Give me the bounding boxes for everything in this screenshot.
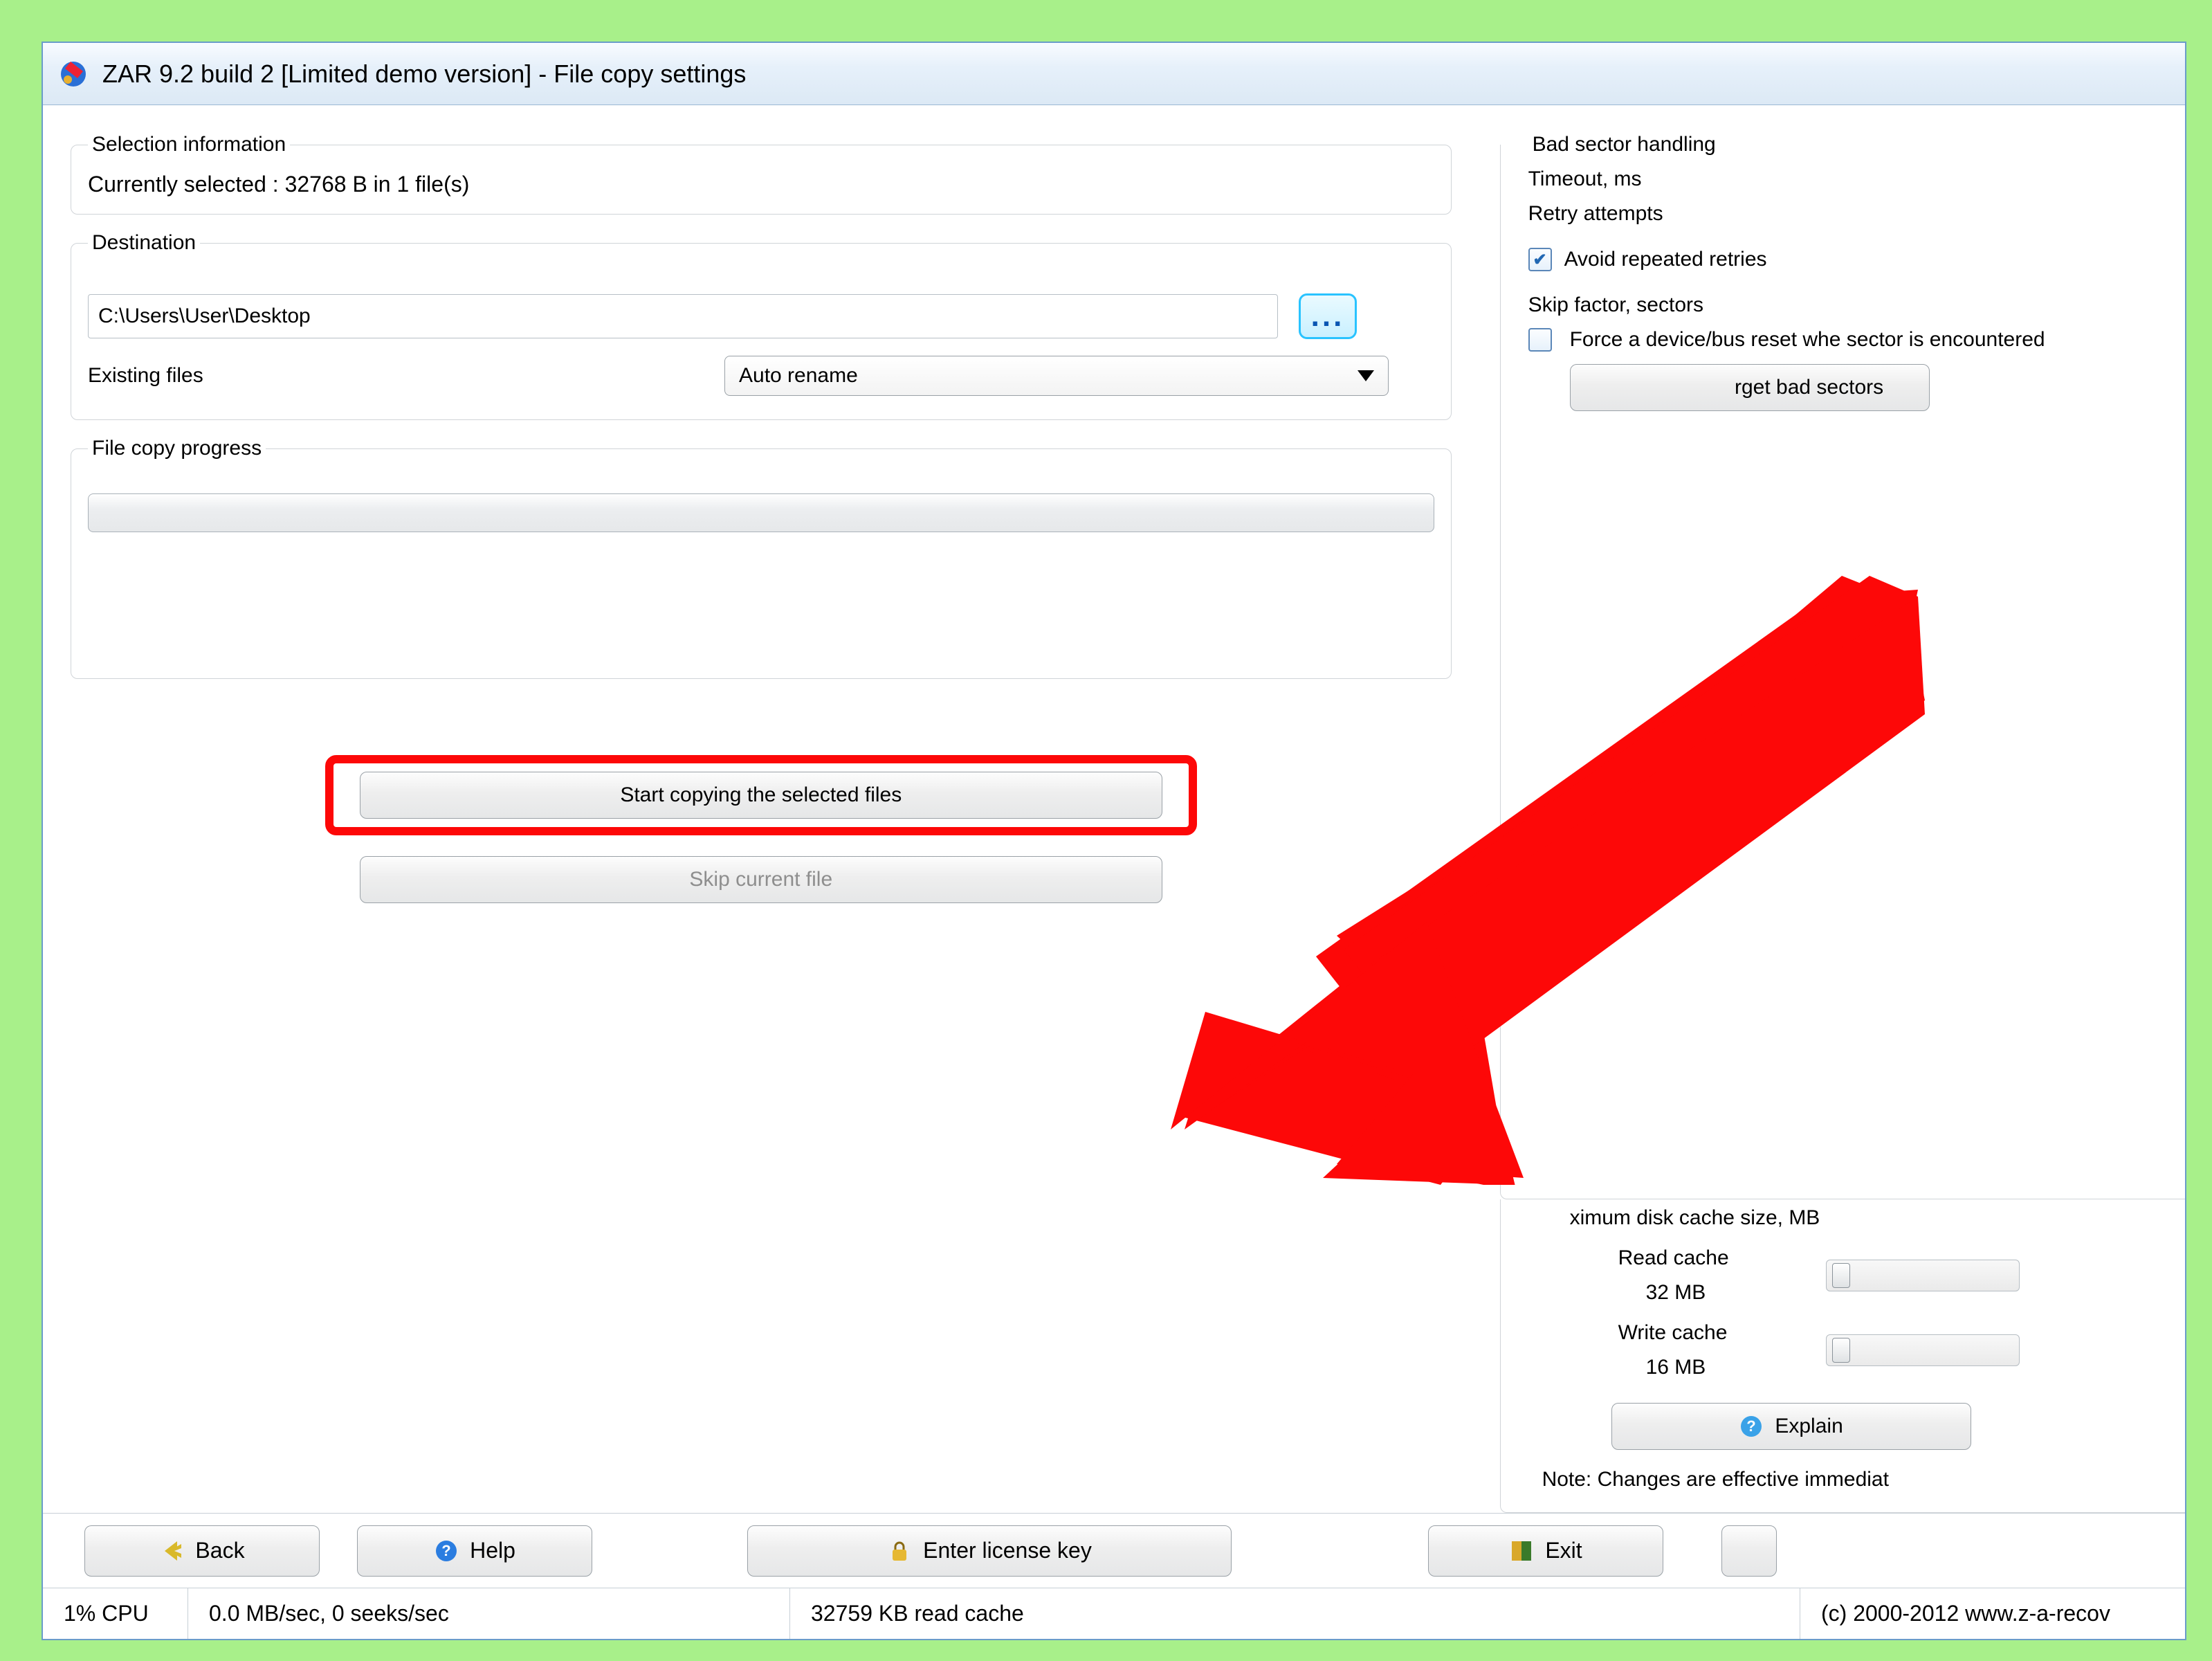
- left-pane: Selection information Currently selected…: [71, 133, 1452, 1513]
- destination-group: Destination C:\Users\User\Desktop ... Ex…: [71, 231, 1452, 420]
- existing-files-label: Existing files: [88, 364, 724, 388]
- progress-group: File copy progress: [71, 437, 1452, 679]
- slider-thumb-icon: [1832, 1338, 1850, 1363]
- read-cache-label: Read cache: [1618, 1246, 1826, 1270]
- exit-icon: [1509, 1539, 1534, 1563]
- existing-files-value: Auto rename: [739, 364, 858, 388]
- bad-sector-group: Bad sector handling Timeout, ms Retry at…: [1500, 133, 2185, 1199]
- avoid-retries-row[interactable]: Avoid repeated retries: [1528, 248, 1767, 271]
- slider-thumb-icon: [1832, 1263, 1850, 1288]
- help-icon: ?: [1739, 1414, 1764, 1439]
- destination-legend: Destination: [88, 231, 200, 255]
- explain-button[interactable]: ? Explain: [1611, 1403, 1971, 1450]
- extra-button[interactable]: [1721, 1525, 1777, 1577]
- settings-note: Note: Changes are effective immediat: [1542, 1468, 2185, 1491]
- retry-label: Retry attempts: [1528, 202, 2185, 226]
- progress-legend: File copy progress: [88, 437, 266, 460]
- force-reset-label: Force a device/bus reset whe sector is e…: [1570, 328, 2045, 352]
- existing-files-dropdown[interactable]: Auto rename: [724, 356, 1389, 396]
- svg-text:?: ?: [441, 1542, 450, 1559]
- enter-license-button[interactable]: Enter license key: [747, 1525, 1232, 1577]
- window-title: ZAR 9.2 build 2 [Limited demo version] -…: [102, 60, 746, 89]
- avoid-retries-checkbox[interactable]: [1528, 248, 1552, 271]
- help-icon: ?: [434, 1539, 459, 1563]
- back-label: Back: [195, 1538, 244, 1563]
- explain-label: Explain: [1775, 1415, 1843, 1438]
- force-reset-checkbox[interactable]: [1528, 328, 1552, 352]
- status-cpu: 1% CPU: [43, 1588, 188, 1639]
- chevron-down-icon: [1358, 370, 1374, 381]
- lock-icon: [887, 1539, 912, 1563]
- back-icon: [159, 1539, 184, 1563]
- help-label: Help: [470, 1538, 515, 1563]
- back-button[interactable]: Back: [84, 1525, 320, 1577]
- license-label: Enter license key: [923, 1538, 1092, 1563]
- status-bar: 1% CPU 0.0 MB/sec, 0 seeks/sec 32759 KB …: [43, 1588, 2185, 1639]
- help-button[interactable]: ? Help: [357, 1525, 592, 1577]
- read-cache-value: 32 MB: [1646, 1281, 1826, 1305]
- destination-path-input[interactable]: C:\Users\User\Desktop: [88, 294, 1278, 338]
- exit-button[interactable]: Exit: [1428, 1525, 1663, 1577]
- right-pane: Bad sector handling Timeout, ms Retry at…: [1500, 133, 2185, 1513]
- force-reset-row[interactable]: Force a device/bus reset whe sector is e…: [1528, 328, 2185, 352]
- cache-title: ximum disk cache size, MB: [1570, 1206, 2185, 1230]
- browse-button[interactable]: ...: [1299, 293, 1357, 339]
- action-area: Start copying the selected files Skip cu…: [71, 755, 1452, 903]
- status-copyright: (c) 2000-2012 www.z-a-recov: [1800, 1588, 2185, 1639]
- status-cache: 32759 KB read cache: [790, 1588, 1800, 1639]
- selection-info-group: Selection information Currently selected…: [71, 133, 1452, 215]
- selection-info-text: Currently selected : 32768 B in 1 file(s…: [88, 172, 1434, 197]
- write-cache-slider[interactable]: [1826, 1334, 2020, 1366]
- titlebar: ZAR 9.2 build 2 [Limited demo version] -…: [43, 43, 2185, 105]
- app-window: ZAR 9.2 build 2 [Limited demo version] -…: [42, 42, 2186, 1640]
- skip-file-button[interactable]: Skip current file: [360, 856, 1162, 903]
- status-io: 0.0 MB/sec, 0 seeks/sec: [188, 1588, 790, 1639]
- svg-text:?: ?: [1747, 1417, 1756, 1435]
- write-cache-value: 16 MB: [1646, 1356, 1826, 1379]
- cache-group: ximum disk cache size, MB Read cache 32 …: [1500, 1199, 2185, 1513]
- read-cache-slider[interactable]: [1826, 1260, 2020, 1291]
- avoid-retries-label: Avoid repeated retries: [1564, 248, 1767, 271]
- start-button-highlight: Start copying the selected files: [325, 755, 1197, 835]
- write-cache-label: Write cache: [1618, 1321, 1826, 1345]
- selection-info-legend: Selection information: [88, 133, 290, 156]
- timeout-label: Timeout, ms: [1528, 167, 2185, 191]
- skip-factor-label: Skip factor, sectors: [1528, 293, 2185, 317]
- content-area: Selection information Currently selected…: [43, 105, 2185, 1513]
- forget-bad-sectors-button[interactable]: rget bad sectors: [1570, 364, 1930, 411]
- progress-bar: [88, 493, 1434, 532]
- bottom-toolbar: Back ? Help Enter license key Exit: [43, 1513, 2185, 1588]
- start-copy-button[interactable]: Start copying the selected files: [360, 772, 1162, 819]
- bad-sector-legend: Bad sector handling: [1528, 133, 1720, 156]
- exit-label: Exit: [1545, 1538, 1582, 1563]
- app-icon: [57, 57, 90, 91]
